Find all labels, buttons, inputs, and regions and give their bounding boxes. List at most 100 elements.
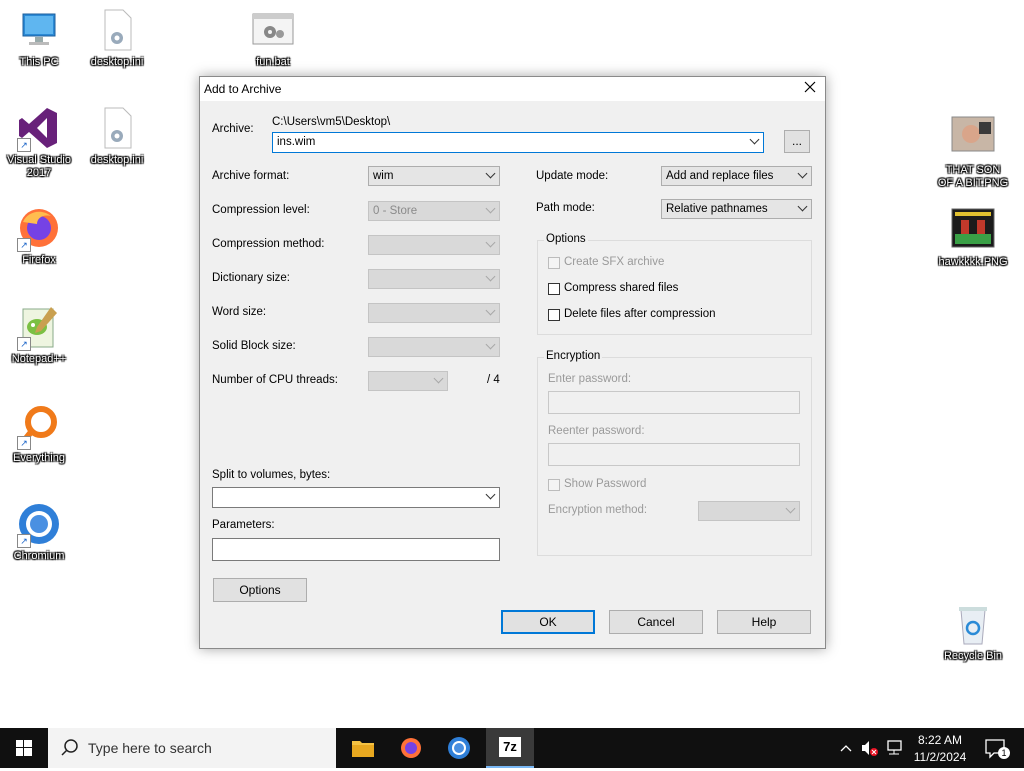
desktop-icon-label: desktop.ini [90,56,144,68]
taskbar-chromium[interactable] [436,728,482,768]
cancel-button[interactable]: Cancel [609,610,703,634]
network-icon [887,740,902,755]
desktop-icon-firefox[interactable]: ↗ Firefox [3,206,75,267]
desktop-icon-everything[interactable]: ↗ Everything [3,404,75,465]
archive-path: C:\Users\vm5\Desktop\ [272,116,391,128]
browse-button[interactable]: ... [784,130,810,153]
search-placeholder: Type here to search [88,740,212,756]
recycle-bin-icon [951,602,995,646]
archive-format-select[interactable]: wim [368,166,500,186]
desktop-icon-label: fun.bat [256,56,290,68]
chromium-icon: ↗ [17,502,61,548]
desktop-icon-label: THAT SON OF A BIT.PNG [937,164,1009,189]
taskbar-search-box[interactable]: Type here to search [48,728,336,768]
delete-after-checkbox[interactable] [548,309,560,321]
batch-file-icon [251,8,295,52]
chevron-down-icon [485,339,496,350]
compress-shared-label: Compress shared files [564,282,679,294]
add-to-archive-dialog: Add to Archive Archive: C:\Users\vm5\Des… [199,76,826,649]
help-button[interactable]: Help [717,610,811,634]
reenter-password-label: Reenter password: [548,425,645,437]
action-center-button[interactable]: 1 [978,728,1014,768]
enter-password-input[interactable] [548,391,800,414]
close-button[interactable] [795,77,825,101]
taskbar-7zip[interactable]: 7z [486,728,534,768]
compression-level-label: Compression level: [212,204,310,216]
computer-icon [17,8,61,52]
ok-button[interactable]: OK [501,610,595,634]
split-volumes-combo[interactable] [212,487,500,508]
desktop-icon-desktop-ini[interactable]: desktop.ini [81,8,153,69]
visual-studio-icon: ↗ [17,106,61,152]
create-sfx-label: Create SFX archive [564,256,665,268]
encryption-method-select[interactable] [698,501,800,521]
desktop-icon-visual-studio[interactable]: ↗ Visual Studio 2017 [3,106,75,180]
archive-format-label: Archive format: [212,170,290,182]
word-size-select[interactable] [368,303,500,323]
show-password-checkbox[interactable] [548,479,560,491]
cpu-threads-total: / 4 [487,374,500,386]
chevron-down-icon [433,373,444,384]
notepad-plus-plus-icon: ↗ [17,305,61,351]
speaker-muted-icon [862,741,878,756]
settings-file-icon [95,8,139,52]
compression-method-select[interactable] [368,235,500,255]
desktop-icon-label: Notepad++ [11,353,67,365]
delete-after-label: Delete files after compression [564,308,716,320]
create-sfx-checkbox[interactable] [548,257,560,269]
7zip-icon: 7z [499,737,521,757]
taskbar: Type here to search 7z 8:22 AM 11/2/2024… [0,728,1024,768]
chevron-down-icon [797,201,808,212]
show-hidden-icons[interactable] [836,728,856,768]
desktop-icon-recycle-bin[interactable]: Recycle Bin [937,602,1009,663]
chevron-down-icon [785,503,796,514]
search-icon [61,739,78,756]
cpu-threads-select[interactable] [368,371,448,391]
options-button[interactable]: Options [213,578,307,602]
word-size-label: Word size: [212,306,267,318]
desktop-icon-label: Firefox [22,254,56,266]
desktop-icon-notepad-plus[interactable]: ↗ Notepad++ [3,305,75,366]
desktop-icon-this-pc[interactable]: This PC [3,8,75,69]
show-password-label: Show Password [564,478,647,490]
archive-name-combo[interactable]: ins.wim [272,132,764,153]
settings-file-icon [95,106,139,150]
compression-level-select[interactable]: 0 - Store [368,201,500,221]
chevron-down-icon[interactable] [749,134,760,145]
chevron-down-icon [485,203,496,214]
taskbar-firefox[interactable] [388,728,434,768]
compress-shared-checkbox[interactable] [548,283,560,295]
network-status[interactable] [882,728,906,768]
start-button[interactable] [0,728,48,768]
everything-search-icon: ↗ [17,404,61,450]
parameters-label: Parameters: [212,519,275,531]
clock-time: 8:22 AM [917,733,963,747]
dictionary-size-select[interactable] [368,269,500,289]
update-mode-select[interactable]: Add and replace files [661,166,812,186]
enter-password-label: Enter password: [548,373,632,385]
desktop-icon-label: Chromium [13,550,65,562]
archive-name-value: ins.wim [277,136,316,148]
chevron-down-icon [485,305,496,316]
desktop-icon-label: desktop.ini [90,154,144,166]
taskbar-file-explorer[interactable] [340,728,386,768]
desktop-icon-chromium[interactable]: ↗ Chromium [3,502,75,563]
desktop-icon-hawkkkk-png[interactable]: hawkkkk.PNG [937,208,1009,269]
parameters-input[interactable] [212,538,500,561]
clock-date: 11/2/2024 [913,750,967,764]
volume-muted[interactable] [858,728,880,768]
clock[interactable]: 8:22 AM 11/2/2024 [908,728,972,768]
desktop-icon-fun-bat[interactable]: fun.bat [237,8,309,69]
solid-block-select[interactable] [368,337,500,357]
chevron-down-icon [485,271,496,282]
dictionary-size-label: Dictionary size: [212,272,290,284]
windows-logo-icon [16,740,32,756]
dialog-titlebar[interactable]: Add to Archive [200,77,825,101]
dialog-title: Add to Archive [204,82,282,96]
path-mode-select[interactable]: Relative pathnames [661,199,812,219]
path-mode-label: Path mode: [536,202,595,214]
desktop-icon-desktop-ini-2[interactable]: desktop.ini [81,106,153,167]
desktop-icon-label: hawkkkk.PNG [938,256,1008,268]
desktop-icon-that-son-png[interactable]: THAT SON OF A BIT.PNG [937,116,1009,190]
reenter-password-input[interactable] [548,443,800,466]
